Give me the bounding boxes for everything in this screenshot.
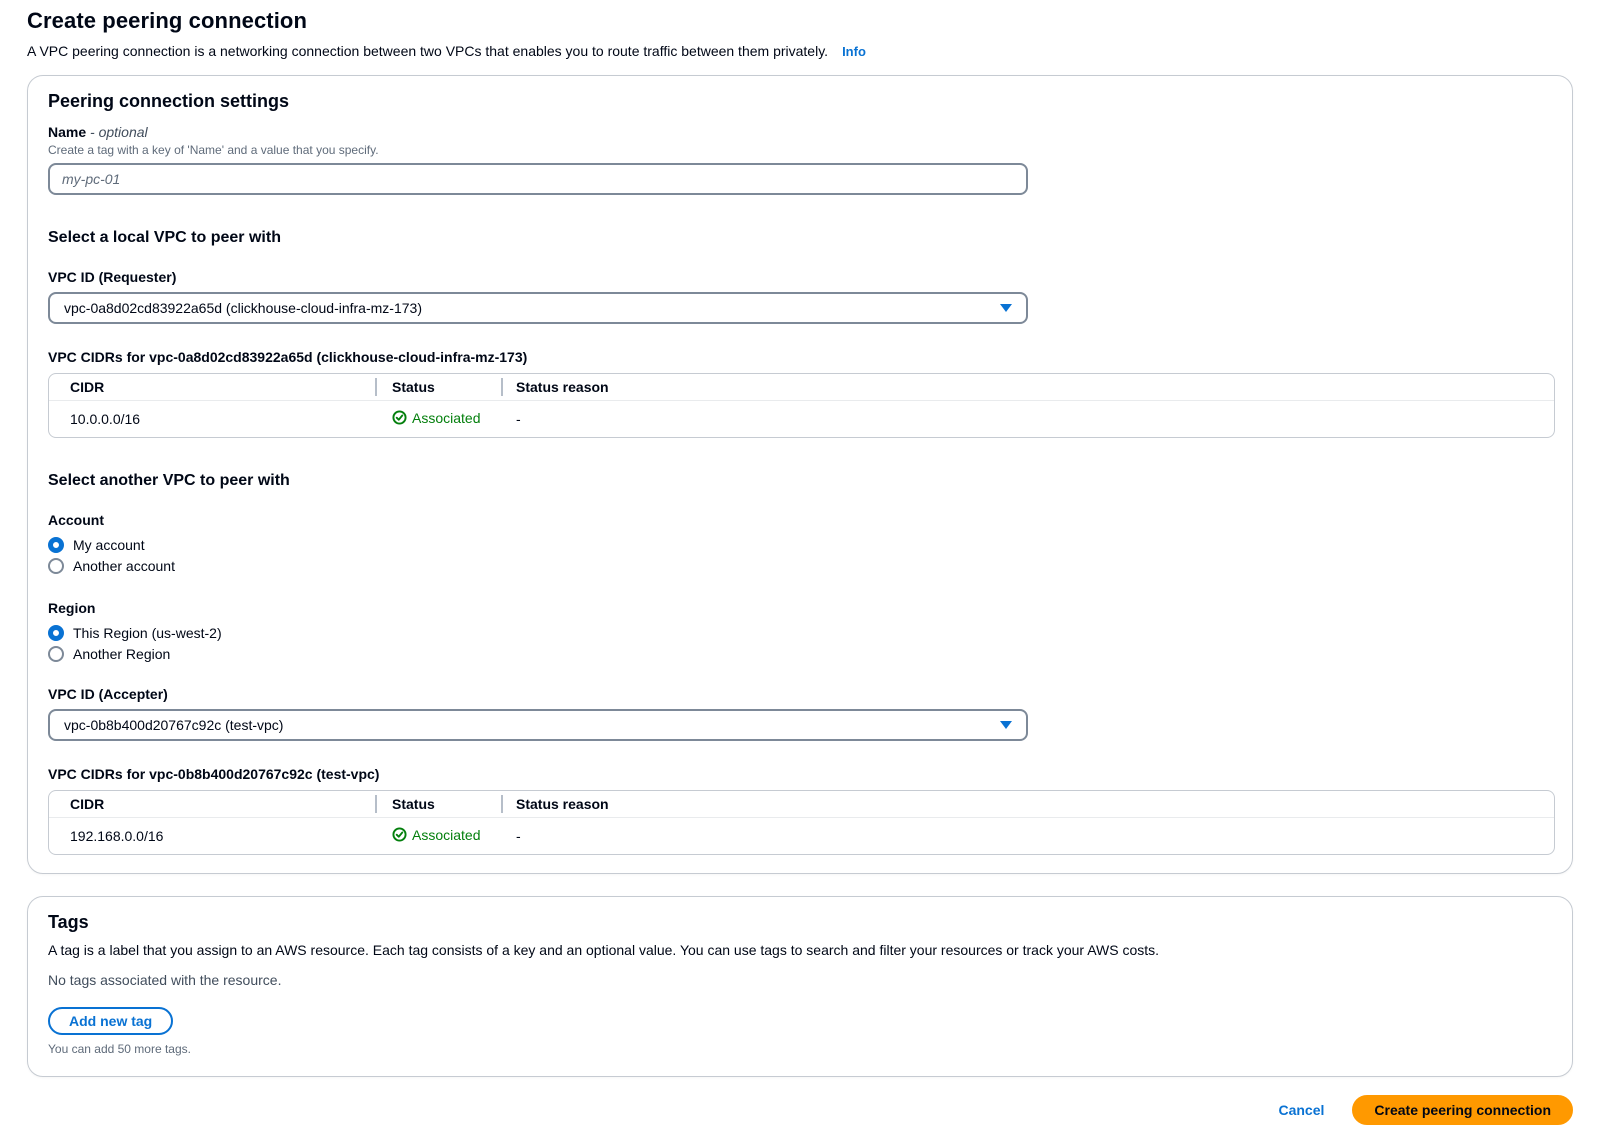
radio-unselected-icon xyxy=(48,646,64,662)
create-peering-connection-page: Create peering connection A VPC peering … xyxy=(0,0,1600,1125)
status-cell: Associated xyxy=(375,827,501,846)
name-field-constraint: Create a tag with a key of 'Name' and a … xyxy=(48,143,1552,157)
page-description: A VPC peering connection is a networking… xyxy=(27,43,1573,59)
status-reason-cell: - xyxy=(501,828,1554,844)
table-header-row: CIDR Status Status reason xyxy=(49,374,1554,401)
radio-this-region[interactable]: This Region (us-west-2) xyxy=(48,622,1552,643)
status-reason-cell: - xyxy=(501,411,1554,427)
add-new-tag-button[interactable]: Add new tag xyxy=(48,1007,173,1035)
radio-unselected-icon xyxy=(48,558,64,574)
status-success-icon xyxy=(392,410,407,425)
local-vpc-section-heading: Select a local VPC to peer with xyxy=(48,229,1552,247)
dropdown-caret-icon xyxy=(1000,304,1012,312)
radio-selected-icon xyxy=(48,625,64,641)
status-text: Associated xyxy=(412,827,480,843)
status-cell: Associated xyxy=(375,410,501,429)
radio-my-account[interactable]: My account xyxy=(48,534,1552,555)
peering-settings-card: Peering connection settings Name - optio… xyxy=(27,75,1573,874)
table-header-row: CIDR Status Status reason xyxy=(49,791,1554,818)
account-group-label: Account xyxy=(48,512,1552,528)
tags-card-heading: Tags xyxy=(48,912,1552,933)
cidr-cell: 10.0.0.0/16 xyxy=(49,411,375,427)
status-success-icon xyxy=(392,827,407,842)
info-link[interactable]: Info xyxy=(842,44,866,59)
tags-empty-text: No tags associated with the resource. xyxy=(48,972,1552,988)
page-description-text: A VPC peering connection is a networking… xyxy=(27,43,828,59)
requester-cidr-table: CIDR Status Status reason 10.0.0.0/16 As… xyxy=(48,373,1555,438)
requester-vpc-selected-value: vpc-0a8d02cd83922a65d (clickhouse-cloud-… xyxy=(64,300,422,316)
name-field-label: Name - optional xyxy=(48,124,1552,140)
cidr-cell: 192.168.0.0/16 xyxy=(49,828,375,844)
requester-vpc-select[interactable]: vpc-0a8d02cd83922a65d (clickhouse-cloud-… xyxy=(48,292,1028,324)
status-text: Associated xyxy=(412,410,480,426)
dropdown-caret-icon xyxy=(1000,721,1012,729)
accepter-cidr-heading: VPC CIDRs for vpc-0b8b400d20767c92c (tes… xyxy=(48,766,1552,782)
radio-another-region[interactable]: Another Region xyxy=(48,643,1552,664)
name-input[interactable] xyxy=(48,163,1028,195)
accepter-cidr-table: CIDR Status Status reason 192.168.0.0/16… xyxy=(48,790,1555,855)
table-row: 10.0.0.0/16 Associated - xyxy=(49,401,1554,437)
accepter-vpc-selected-value: vpc-0b8b400d20767c92c (test-vpc) xyxy=(64,717,283,733)
requester-vpc-label: VPC ID (Requester) xyxy=(48,269,1552,285)
optional-suffix: - optional xyxy=(90,124,148,140)
column-header-status: Status xyxy=(375,379,501,395)
account-radio-group: My account Another account xyxy=(48,534,1552,576)
region-radio-group: This Region (us-west-2) Another Region xyxy=(48,622,1552,664)
tags-description: A tag is a label that you assign to an A… xyxy=(48,942,1552,958)
cancel-button[interactable]: Cancel xyxy=(1278,1102,1324,1118)
column-header-status-reason: Status reason xyxy=(501,796,1554,812)
tags-limit-text: You can add 50 more tags. xyxy=(48,1042,1552,1056)
accepter-vpc-select[interactable]: vpc-0b8b400d20767c92c (test-vpc) xyxy=(48,709,1028,741)
radio-selected-icon xyxy=(48,537,64,553)
region-group-label: Region xyxy=(48,600,1552,616)
column-header-cidr: CIDR xyxy=(49,379,375,395)
form-actions: Cancel Create peering connection xyxy=(27,1095,1573,1125)
tags-card: Tags A tag is a label that you assign to… xyxy=(27,896,1573,1077)
create-peering-connection-button[interactable]: Create peering connection xyxy=(1352,1095,1573,1125)
other-vpc-section-heading: Select another VPC to peer with xyxy=(48,472,1552,490)
page-title: Create peering connection xyxy=(27,8,1573,34)
settings-card-heading: Peering connection settings xyxy=(48,91,1552,112)
requester-cidr-heading: VPC CIDRs for vpc-0a8d02cd83922a65d (cli… xyxy=(48,349,1552,365)
accepter-vpc-label: VPC ID (Accepter) xyxy=(48,686,1552,702)
radio-another-account[interactable]: Another account xyxy=(48,555,1552,576)
column-header-status: Status xyxy=(375,796,501,812)
column-header-status-reason: Status reason xyxy=(501,379,1554,395)
table-row: 192.168.0.0/16 Associated - xyxy=(49,818,1554,854)
column-header-cidr: CIDR xyxy=(49,796,375,812)
